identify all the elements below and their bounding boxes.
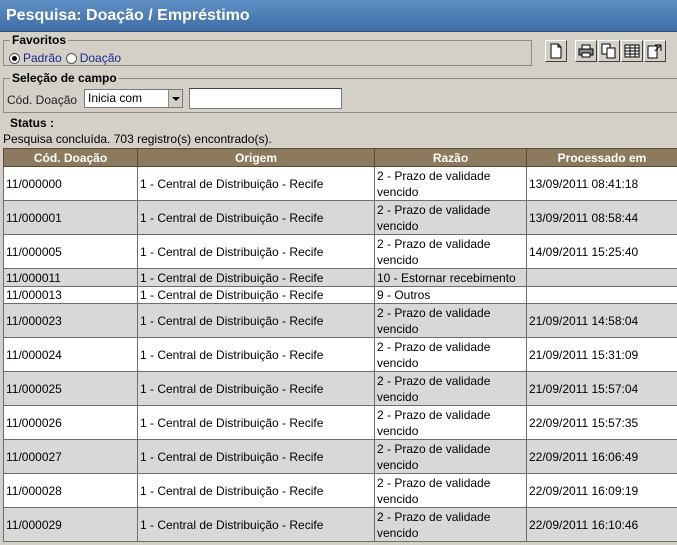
cell-processado: 21/09/2011 14:58:04	[526, 303, 677, 338]
column-header-razao[interactable]: Razão	[374, 148, 527, 167]
cell-razao: 2 - Prazo de validade vencido	[374, 439, 527, 474]
column-header-cod[interactable]: Cód. Doação	[3, 148, 138, 167]
table-row[interactable]: 11/000001 1 - Central de Distribuição - R…	[3, 200, 677, 235]
search-input[interactable]	[189, 88, 342, 109]
cell-origem: 1 - Central de Distribuição - Recife	[137, 286, 375, 304]
cell-cod: 11/000026	[3, 405, 138, 440]
column-header-origem[interactable]: Origem	[137, 148, 375, 167]
table-row[interactable]: 11/000005 1 - Central de Distribuição - R…	[3, 234, 677, 269]
status-text: Pesquisa concluída. 703 registro(s) enco…	[3, 132, 272, 146]
toolbar	[545, 40, 568, 62]
operator-value: Inicia com	[88, 91, 143, 105]
cell-origem: 1 - Central de Distribuição - Recife	[137, 337, 375, 372]
cell-origem: 1 - Central de Distribuição - Recife	[137, 303, 375, 338]
radio-padrao[interactable]	[9, 52, 20, 64]
table-row[interactable]: 11/000024 1 - Central de Distribuição - R…	[3, 337, 677, 372]
cell-razao: 2 - Prazo de validade vencido	[374, 473, 527, 508]
favoritos-options: Padrão Doação	[9, 51, 125, 65]
export-icon[interactable]	[644, 40, 666, 62]
cell-origem: 1 - Central de Distribuição - Recife	[137, 234, 375, 269]
cell-cod: 11/000000	[3, 166, 138, 201]
field-label: Cód. Doação	[7, 93, 78, 107]
table-row[interactable]: 11/000013 1 - Central de Distribuição - R…	[3, 286, 677, 304]
table-row[interactable]: 11/000027 1 - Central de Distribuição - R…	[3, 439, 677, 474]
cell-cod: 11/000005	[3, 234, 138, 269]
column-header-processado[interactable]: Processado em	[526, 148, 677, 167]
table-row[interactable]: 11/000023 1 - Central de Distribuição - R…	[3, 303, 677, 338]
cell-origem: 1 - Central de Distribuição - Recife	[137, 507, 375, 542]
cell-razao: 2 - Prazo de validade vencido	[374, 507, 527, 542]
cell-processado: 22/09/2011 16:06:49	[526, 439, 677, 474]
status-label: Status :	[10, 116, 55, 130]
cell-razao: 2 - Prazo de validade vencido	[374, 405, 527, 440]
table-row[interactable]: 11/000028 1 - Central de Distribuição - R…	[3, 473, 677, 508]
cell-origem: 1 - Central de Distribuição - Recife	[137, 200, 375, 235]
window-title: Pesquisa: Doação / Empréstimo	[0, 0, 677, 32]
radio-doacao-label[interactable]: Doação	[80, 51, 121, 65]
cell-cod: 11/000025	[3, 371, 138, 406]
table-row[interactable]: 11/000011 1 - Central de Distribuição - R…	[3, 268, 677, 287]
cell-razao: 2 - Prazo de validade vencido	[374, 303, 527, 338]
cell-razao: 2 - Prazo de validade vencido	[374, 371, 527, 406]
cell-cod: 11/000023	[3, 303, 138, 338]
cell-razao: 10 - Estornar recebimento	[374, 268, 527, 287]
operator-select[interactable]: Inicia com	[84, 89, 183, 108]
cell-cod: 11/000024	[3, 337, 138, 372]
cell-origem: 1 - Central de Distribuição - Recife	[137, 371, 375, 406]
cell-origem: 1 - Central de Distribuição - Recife	[137, 268, 375, 287]
radio-doacao[interactable]	[65, 52, 77, 64]
cell-cod: 11/000028	[3, 473, 138, 508]
cell-origem: 1 - Central de Distribuição - Recife	[137, 166, 375, 201]
cell-cod: 11/000013	[3, 286, 138, 304]
chevron-down-icon[interactable]	[168, 90, 182, 107]
cell-cod: 11/000011	[3, 268, 138, 287]
cell-origem: 1 - Central de Distribuição - Recife	[137, 473, 375, 508]
cell-processado: 22/09/2011 15:57:35	[526, 405, 677, 440]
radio-padrao-label[interactable]: Padrão	[23, 51, 62, 65]
cell-processado: 14/09/2011 15:25:40	[526, 234, 677, 269]
cell-razao: 2 - Prazo de validade vencido	[374, 200, 527, 235]
toolbar-right	[575, 40, 667, 62]
cell-processado	[526, 286, 677, 304]
cell-processado: 21/09/2011 15:31:09	[526, 337, 677, 372]
cell-processado: 13/09/2011 08:41:18	[526, 166, 677, 201]
table-row[interactable]: 11/000000 1 - Central de Distribuição - R…	[3, 166, 677, 201]
cell-processado: 22/09/2011 16:10:46	[526, 507, 677, 542]
cell-processado: 22/09/2011 16:09:19	[526, 473, 677, 508]
columns-icon[interactable]	[621, 40, 643, 62]
print-icon[interactable]	[575, 40, 597, 62]
cell-cod: 11/000001	[3, 200, 138, 235]
cell-processado: 13/09/2011 08:58:44	[526, 200, 677, 235]
cell-processado	[526, 268, 677, 287]
copy-icon[interactable]	[598, 40, 620, 62]
table-header: Cód. Doação Origem Razão Processado em	[3, 148, 677, 167]
table-row[interactable]: 11/000029 1 - Central de Distribuição - R…	[3, 507, 677, 542]
cell-cod: 11/000029	[3, 507, 138, 542]
cell-razao: 9 - Outros	[374, 286, 527, 304]
favoritos-legend: Favoritos	[12, 33, 67, 47]
table-row[interactable]: 11/000026 1 - Central de Distribuição - R…	[3, 405, 677, 440]
new-document-icon[interactable]	[545, 40, 567, 62]
cell-processado: 21/09/2011 15:57:04	[526, 371, 677, 406]
selecao-legend: Seleção de campo	[12, 71, 117, 85]
cell-origem: 1 - Central de Distribuição - Recife	[137, 405, 375, 440]
cell-cod: 11/000027	[3, 439, 138, 474]
cell-razao: 2 - Prazo de validade vencido	[374, 234, 527, 269]
cell-razao: 2 - Prazo de validade vencido	[374, 337, 527, 372]
cell-origem: 1 - Central de Distribuição - Recife	[137, 439, 375, 474]
table-row[interactable]: 11/000025 1 - Central de Distribuição - R…	[3, 371, 677, 406]
cell-razao: 2 - Prazo de validade vencido	[374, 166, 527, 201]
results-table: Cód. Doação Origem Razão Processado em 1…	[3, 148, 677, 542]
